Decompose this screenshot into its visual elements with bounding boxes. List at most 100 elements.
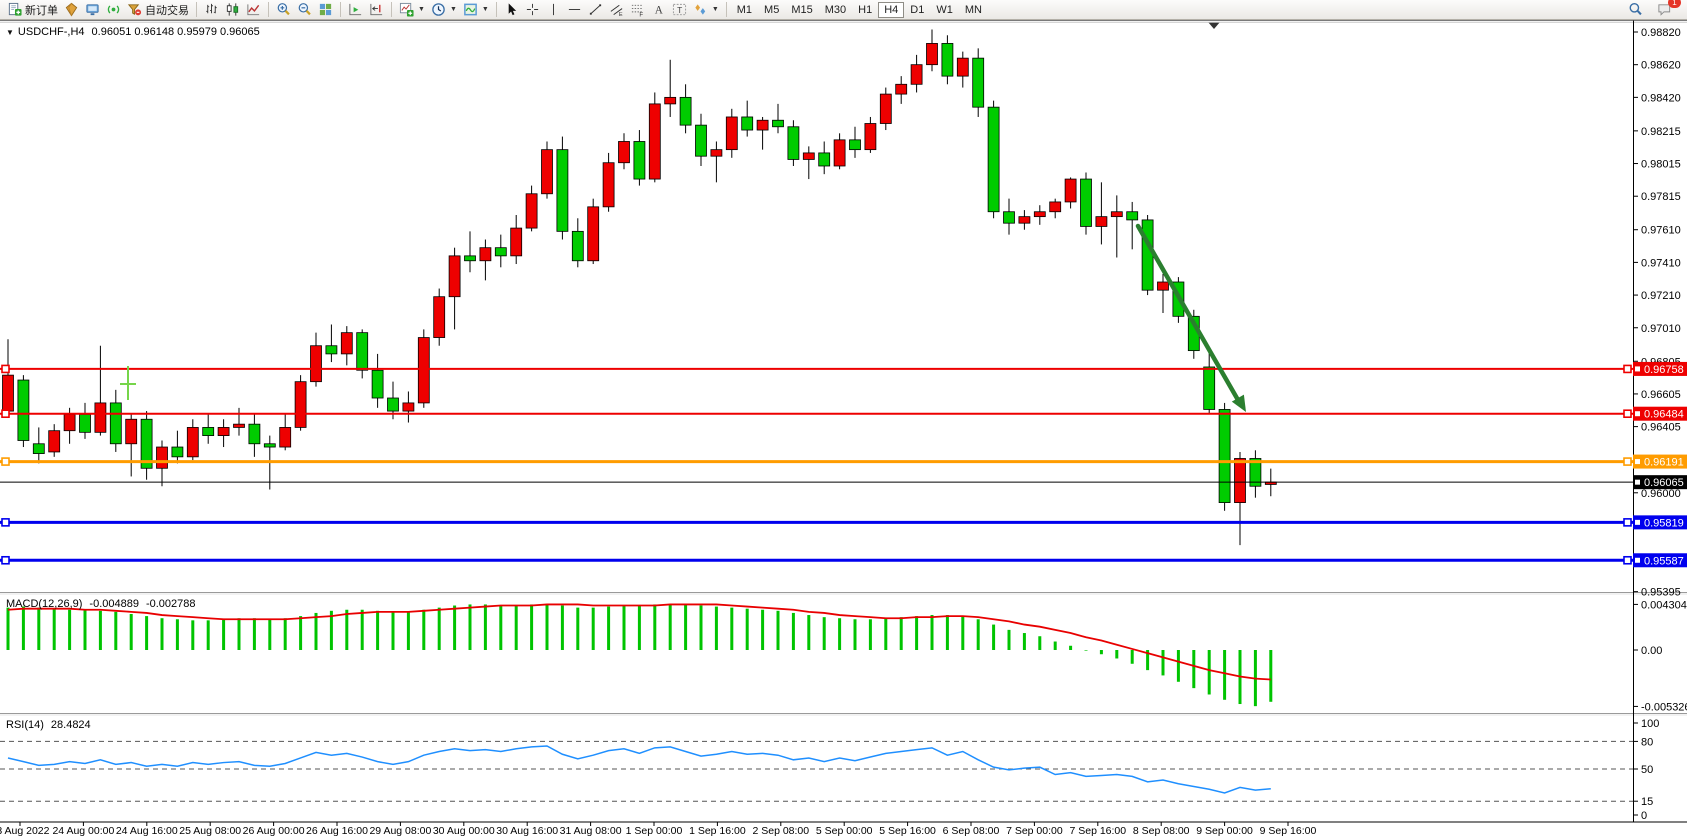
line-handle[interactable] <box>1624 458 1631 465</box>
tf-m15-label: M15 <box>791 4 812 16</box>
candle-bullish <box>403 403 414 411</box>
chart-shift-marker[interactable] <box>1208 22 1220 29</box>
macd-histogram-bar <box>1192 650 1195 688</box>
candle-bullish <box>449 256 460 297</box>
candle-bearish <box>819 153 830 166</box>
tf-m5-button[interactable]: M5 <box>758 2 785 18</box>
candle-bullish <box>665 97 676 104</box>
chart-shift-icon <box>369 2 384 17</box>
line-handle[interactable] <box>1624 410 1631 417</box>
market-watch-button[interactable] <box>61 1 82 19</box>
candle-bullish <box>711 150 722 157</box>
line-chart-button[interactable] <box>243 1 264 19</box>
line-handle[interactable] <box>1624 557 1631 564</box>
equidistant-channel-button[interactable]: E <box>606 1 627 19</box>
tf-m1-label: M1 <box>737 4 752 16</box>
tile-windows-button[interactable] <box>315 1 336 19</box>
tf-m30-button[interactable]: M30 <box>819 2 852 18</box>
indicators-button[interactable]: ▼ <box>396 1 428 19</box>
tf-mn-button[interactable]: MN <box>959 2 988 18</box>
dropdown-caret-icon[interactable]: ▼ <box>450 6 457 13</box>
dropdown-caret-icon[interactable]: ▼ <box>482 6 489 13</box>
zoom-out-button[interactable] <box>294 1 315 19</box>
candle-bearish <box>680 97 691 125</box>
trendline-button[interactable] <box>585 1 606 19</box>
line-handle[interactable] <box>2 365 9 372</box>
chart-ohlc-values: 0.96051 0.96148 0.95979 0.96065 <box>92 26 260 38</box>
line-handle[interactable] <box>2 458 9 465</box>
vertical-line-button[interactable] <box>543 1 564 19</box>
text-button[interactable]: A <box>648 1 669 19</box>
periods-button[interactable]: ▼ <box>428 1 460 19</box>
horizontal-line-button[interactable] <box>564 1 585 19</box>
autotrading-button[interactable]: 自动交易 <box>124 1 192 19</box>
down-trend-arrow[interactable] <box>1138 226 1238 400</box>
chart-shift-button[interactable] <box>366 1 387 19</box>
tf-h4-button[interactable]: H4 <box>878 2 904 18</box>
signals-icon <box>106 2 121 17</box>
notifications-button[interactable]: 1 <box>1654 1 1675 19</box>
signals-button[interactable] <box>103 1 124 19</box>
macd-histogram-bar <box>715 607 718 650</box>
candle-bullish <box>280 427 291 447</box>
macd-histogram-bar <box>22 607 25 650</box>
fibonacci-retracement-button[interactable]: F <box>627 1 648 19</box>
macd-histogram-bar <box>1085 650 1088 651</box>
macd-histogram-bar <box>68 610 71 650</box>
crosshair-button[interactable] <box>522 1 543 19</box>
tf-d1-button[interactable]: D1 <box>904 2 930 18</box>
time-axis[interactable] <box>0 822 1687 837</box>
tf-h4-label: H4 <box>884 4 898 16</box>
tf-d1-label: D1 <box>910 4 924 16</box>
line-handle[interactable] <box>1624 365 1631 372</box>
macd-histogram-bar <box>484 604 487 650</box>
tf-m15-button[interactable]: M15 <box>785 2 818 18</box>
macd-histogram-bar <box>1131 650 1134 664</box>
chart-canvas[interactable]: 0.988200.986200.984200.982150.980150.978… <box>0 20 1687 837</box>
candle-bearish <box>1081 179 1092 226</box>
autotrading-icon <box>127 2 142 17</box>
macd-histogram-bar <box>869 619 872 650</box>
trendline-icon <box>588 2 603 17</box>
macd-histogram-bar <box>561 606 564 650</box>
candle-bullish <box>511 228 522 256</box>
candle-bearish <box>357 333 368 371</box>
dropdown-caret-icon[interactable]: ▼ <box>418 6 425 13</box>
line-chart-icon <box>246 2 261 17</box>
cursor-button[interactable] <box>501 1 522 19</box>
tf-w1-button[interactable]: W1 <box>930 2 959 18</box>
macd-histogram-bar <box>176 619 179 650</box>
virtual-hosting-button[interactable] <box>82 1 103 19</box>
candle-bullish <box>896 84 907 94</box>
tf-h1-button[interactable]: H1 <box>852 2 878 18</box>
new-order-button[interactable]: 新订单 <box>4 1 61 19</box>
candle-bullish <box>187 427 198 456</box>
macd-name: MACD(12,26,9) <box>6 598 82 610</box>
line-handle[interactable] <box>1624 519 1631 526</box>
candle-bullish <box>1096 217 1107 227</box>
candle-bearish <box>988 107 999 212</box>
templates-button[interactable]: ▼ <box>460 1 492 19</box>
price-axis[interactable] <box>1633 20 1687 822</box>
macd-histogram-bar <box>592 608 595 650</box>
tf-m1-button[interactable]: M1 <box>731 2 758 18</box>
rsi-indicator-label: RSI(14)28.4824 <box>6 719 91 731</box>
auto-scroll-button[interactable] <box>345 1 366 19</box>
arrows-button[interactable]: ▼ <box>690 1 722 19</box>
candle-bullish <box>1019 217 1030 224</box>
search-button[interactable] <box>1625 1 1646 19</box>
toolbar-separator <box>496 2 497 17</box>
zoom-in-button[interactable] <box>273 1 294 19</box>
text-label-button[interactable]: T <box>669 1 690 19</box>
dropdown-caret-icon[interactable]: ▼ <box>712 6 719 13</box>
label-icon: T <box>672 2 687 17</box>
line-handle[interactable] <box>2 410 9 417</box>
macd-histogram-bar <box>1100 650 1103 654</box>
candlestick-chart-button[interactable] <box>222 1 243 19</box>
chart-expander-icon[interactable]: ▼ <box>6 28 14 37</box>
macd-histogram-bar <box>792 613 795 650</box>
bar-chart-button[interactable] <box>201 1 222 19</box>
line-handle[interactable] <box>2 519 9 526</box>
line-handle[interactable] <box>2 557 9 564</box>
notification-badge: 1 <box>1668 0 1681 8</box>
